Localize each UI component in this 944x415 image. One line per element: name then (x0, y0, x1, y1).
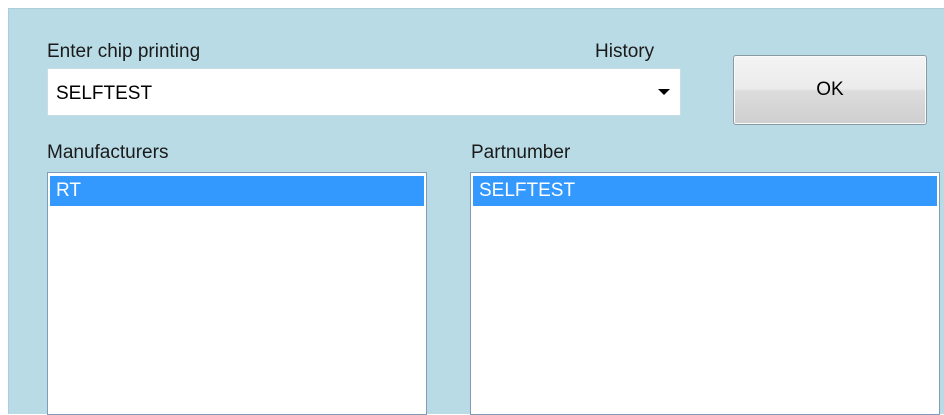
manufacturers-listbox[interactable]: RT (47, 172, 427, 415)
ok-button[interactable]: OK (733, 55, 927, 125)
list-item[interactable]: RT (50, 176, 424, 206)
caret-down-icon[interactable] (658, 89, 670, 95)
list-item[interactable]: SELFTEST (473, 176, 937, 206)
manufacturers-label: Manufacturers (47, 142, 169, 163)
partnumber-listbox[interactable]: SELFTEST (470, 172, 940, 415)
partnumber-label: Partnumber (471, 142, 571, 163)
chip-printing-label: Enter chip printing (47, 41, 201, 62)
chip-search-dialog: Enter chip printing History SELFTEST OK … (8, 8, 944, 415)
history-label: History (595, 41, 655, 62)
chip-printing-value[interactable]: SELFTEST (56, 83, 152, 105)
chip-printing-combobox[interactable]: SELFTEST (47, 68, 681, 116)
